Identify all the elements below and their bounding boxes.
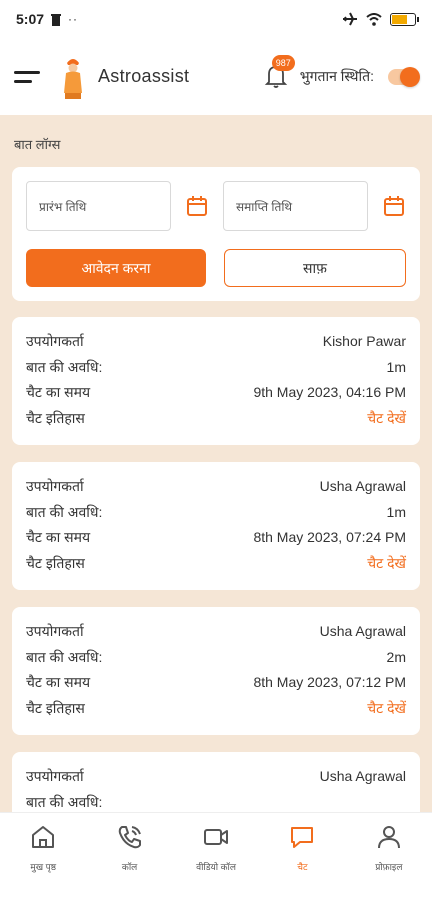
user-label: उपयोगकर्ता	[26, 333, 84, 349]
view-chat-link[interactable]: चैट देखें	[367, 551, 406, 577]
apply-button[interactable]: आवेदन करना	[26, 249, 206, 287]
nav-label: प्रोफ़ाइल	[375, 862, 403, 872]
app-title: Astroassist	[98, 66, 190, 86]
user-name: Usha Agrawal	[319, 478, 406, 494]
filter-card: प्रारंभ तिथि समाप्ति तिथि आवेदन करना साफ…	[12, 167, 420, 301]
chat-icon	[291, 827, 314, 848]
chat-time-label: चैट का समय	[26, 674, 91, 690]
chat-log-card: उपयोगकर्ता Usha Agrawal बात की अवधि:	[12, 752, 420, 812]
home-icon	[32, 826, 55, 848]
chat-time-value: 8th May 2023, 07:12 PM	[253, 674, 406, 690]
page-title: बात लॉग्स	[14, 137, 61, 152]
view-chat-link[interactable]: चैट देखें	[367, 406, 406, 432]
chat-history-label: चैट इतिहास	[26, 699, 85, 716]
clear-button[interactable]: साफ़	[224, 249, 406, 287]
chat-time-value: 9th May 2023, 04:16 PM	[253, 384, 406, 400]
end-date-field[interactable]: समाप्ति तिथि	[223, 181, 368, 231]
status-bar: 5:07 ··	[0, 0, 432, 38]
user-name: Usha Agrawal	[319, 768, 406, 784]
chat-log-card: उपयोगकर्ता Kishor Pawar बात की अवधि: 1m चै…	[12, 317, 420, 445]
start-date-field[interactable]: प्रारंभ तिथि	[26, 181, 171, 231]
chat-log-card: उपयोगकर्ता Usha Agrawal बात की अवधि: 2m चै…	[12, 607, 420, 735]
menu-icon[interactable]	[14, 70, 40, 83]
chat-time-label: चैट का समय	[26, 529, 91, 545]
user-label: उपयोगकर्ता	[26, 768, 84, 784]
view-chat-link[interactable]: चैट देखें	[367, 696, 406, 722]
phone-icon	[118, 826, 141, 849]
status-time: 5:07	[16, 11, 45, 27]
trash-icon	[51, 13, 62, 26]
nav-home[interactable]: मुख पृष्ठ	[0, 813, 86, 900]
wifi-icon	[366, 12, 382, 26]
user-label: उपयोगकर्ता	[26, 478, 84, 494]
user-label: उपयोगकर्ता	[26, 623, 84, 639]
chat-time-value: 8th May 2023, 07:24 PM	[253, 529, 406, 545]
notification-badge: 987	[271, 54, 295, 71]
duration-label: बात की अवधि:	[26, 503, 103, 520]
duration-label: बात की अवधि:	[26, 648, 103, 665]
nav-call[interactable]: कॉल	[86, 813, 172, 900]
chat-time-label: चैट का समय	[26, 384, 91, 400]
nav-label: मुख पृष्ठ	[30, 862, 57, 872]
nav-video-call[interactable]: वीडियो कॉल	[173, 813, 259, 900]
payment-status-toggle[interactable]	[388, 66, 420, 87]
battery-icon	[390, 12, 419, 26]
nav-label: वीडियो कॉल	[196, 862, 236, 872]
profile-icon	[377, 826, 400, 849]
notification-button[interactable]: 987	[264, 54, 295, 91]
airplane-icon	[343, 12, 357, 26]
nav-label: कॉल	[121, 862, 138, 872]
astrologer-logo	[64, 58, 82, 99]
duration-value: 2m	[386, 648, 406, 665]
main-content: बात लॉग्स प्रारंभ तिथि समाप्ति तिथि आवेद…	[0, 115, 432, 812]
chat-history-label: चैट इतिहास	[26, 554, 85, 571]
user-name: Usha Agrawal	[319, 623, 406, 639]
duration-value: 1m	[386, 358, 406, 375]
video-icon	[204, 829, 229, 845]
bottom-navigation: मुख पृष्ठ कॉल वीडियो कॉल चैट प्रोफ़ाइल	[0, 812, 432, 900]
payment-status-label: भुगतान स्थिति:	[299, 68, 374, 84]
duration-label: बात की अवधि:	[26, 358, 103, 375]
nav-label: चैट	[297, 862, 308, 872]
calendar-icon[interactable]	[382, 194, 406, 218]
nav-chat[interactable]: चैट	[259, 813, 345, 900]
user-name: Kishor Pawar	[322, 333, 406, 349]
app-bar: Astroassist 987 भुगतान स्थिति:	[0, 38, 432, 115]
chat-log-card: उपयोगकर्ता Usha Agrawal बात की अवधि: 1m चै…	[12, 462, 420, 590]
status-dots: ··	[68, 12, 79, 26]
duration-label: बात की अवधि:	[26, 793, 103, 810]
duration-value: 1m	[386, 503, 406, 520]
nav-profile[interactable]: प्रोफ़ाइल	[346, 813, 432, 900]
chat-history-label: चैट इतिहास	[26, 409, 85, 426]
calendar-icon[interactable]	[185, 194, 209, 218]
